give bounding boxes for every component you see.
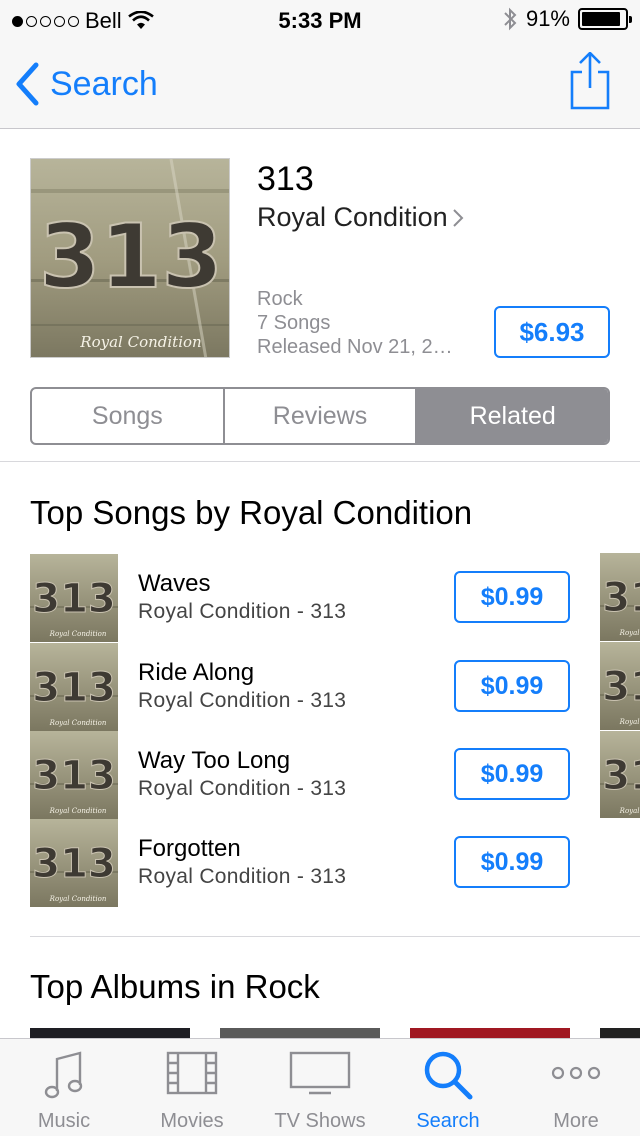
buy-song-button[interactable]: $0.99 — [454, 660, 570, 712]
battery-percent: 91% — [525, 6, 570, 31]
section-divider — [30, 936, 640, 937]
album-artwork-image: 313 Royal Condition — [31, 159, 229, 357]
song-row[interactable]: 313 Royal Condition Waves Royal Condition… — [30, 554, 610, 642]
music-note-icon — [44, 1051, 83, 1099]
battery-icon — [578, 8, 632, 30]
svg-text:313: 313 — [32, 753, 116, 799]
battery-level — [582, 12, 621, 26]
bluetooth-icon — [504, 7, 517, 31]
svg-text:313: 313 — [602, 664, 640, 710]
album-artwork-caption: Royal Condition — [79, 333, 201, 351]
segment-related[interactable]: Related — [417, 389, 608, 443]
album-artist-link[interactable]: Royal Condition — [257, 202, 464, 233]
song-artwork: 313 Royal Condition — [600, 731, 640, 818]
next-page-peek[interactable]: 313 Royal Condition 313 Royal Condition 31… — [600, 553, 640, 818]
back-button-label: Search — [50, 64, 158, 103]
song-artwork: 313 Royal Condition — [30, 643, 118, 731]
svg-text:Royal Condition: Royal Condition — [49, 895, 107, 903]
status-right-group: 91% — [502, 6, 632, 32]
song-row[interactable]: 313 Royal Condition Ride Along Royal Cond… — [30, 643, 610, 731]
tv-icon — [289, 1051, 351, 1095]
svg-text:Royal Condition: Royal Condition — [619, 807, 640, 815]
tab-label: Movies — [160, 1110, 224, 1132]
top-albums-title: Top Albums in Rock — [30, 968, 320, 1005]
buy-album-button[interactable]: $6.93 — [494, 306, 610, 358]
tab-label: Search — [416, 1110, 480, 1132]
album-song-count: 7 Songs — [257, 312, 331, 334]
header-divider — [0, 461, 640, 462]
buy-song-button[interactable]: $0.99 — [454, 571, 570, 623]
song-subtitle: Royal Condition - 313 — [138, 777, 347, 800]
svg-text:313: 313 — [32, 665, 116, 711]
song-name: Forgotten — [138, 835, 241, 862]
share-icon[interactable] — [568, 52, 612, 110]
back-button[interactable]: Search — [14, 62, 158, 106]
song-artwork: 313 Royal Condition — [30, 819, 118, 907]
segment-reviews[interactable]: Reviews — [225, 389, 418, 443]
song-subtitle: Royal Condition - 313 — [138, 865, 347, 888]
svg-text:313: 313 — [32, 576, 116, 622]
more-icon — [551, 1066, 601, 1080]
song-row[interactable]: 313 Royal Condition Way Too Long Royal Co… — [30, 731, 610, 819]
song-artwork: 313 Royal Condition — [30, 731, 118, 819]
tab-tv-shows[interactable]: TV Shows — [256, 1039, 384, 1136]
tab-bar: Music Movies TV Shows Search More — [0, 1038, 640, 1136]
song-artwork: 313 Royal Condition — [600, 553, 640, 641]
svg-text:Royal Condition: Royal Condition — [619, 718, 640, 726]
svg-text:313: 313 — [602, 575, 640, 621]
tab-more[interactable]: More — [512, 1039, 640, 1136]
buy-song-button[interactable]: $0.99 — [454, 836, 570, 888]
album-artwork[interactable]: 313 Royal Condition — [30, 158, 230, 358]
svg-text:Royal Condition: Royal Condition — [49, 630, 107, 638]
top-songs-title: Top Songs by Royal Condition — [30, 494, 473, 531]
song-name: Way Too Long — [138, 747, 291, 774]
album-artwork-number: 313 — [39, 205, 223, 308]
album-title: 313 — [257, 160, 314, 198]
song-subtitle: Royal Condition - 313 — [138, 600, 347, 623]
chevron-right-icon — [452, 208, 464, 227]
status-bar: Bell 5:33 PM 91% — [0, 0, 640, 40]
tab-movies[interactable]: Movies — [128, 1039, 256, 1136]
svg-text:Royal Condition: Royal Condition — [619, 629, 640, 637]
segment-songs[interactable]: Songs — [32, 389, 225, 443]
album-release-date: Released Nov 21, 2… — [257, 336, 453, 358]
navigation-bar: Search — [0, 40, 640, 129]
tab-search[interactable]: Search — [384, 1039, 512, 1136]
song-row[interactable]: 313 Royal Condition Forgotten Royal Condi… — [30, 819, 610, 907]
song-artwork: 313 Royal Condition — [600, 642, 640, 730]
search-icon — [424, 1051, 473, 1100]
tab-label: More — [553, 1110, 599, 1132]
svg-text:Royal Condition: Royal Condition — [49, 719, 107, 727]
tab-label: TV Shows — [274, 1110, 366, 1132]
segmented-control: Songs Reviews Related — [30, 387, 610, 445]
chevron-left-icon — [16, 62, 39, 106]
buy-song-button[interactable]: $0.99 — [454, 748, 570, 800]
svg-text:Royal Condition: Royal Condition — [49, 807, 107, 815]
album-artist-name: Royal Condition — [257, 202, 448, 232]
song-subtitle: Royal Condition - 313 — [138, 689, 347, 712]
film-icon — [166, 1051, 218, 1095]
song-name: Ride Along — [138, 659, 255, 686]
tab-label: Music — [37, 1110, 91, 1132]
song-name: Waves — [138, 570, 211, 597]
album-genre: Rock — [257, 288, 303, 310]
svg-text:313: 313 — [602, 753, 640, 799]
tab-music[interactable]: Music — [0, 1039, 128, 1136]
song-artwork: 313 Royal Condition — [30, 554, 118, 642]
svg-text:313: 313 — [32, 841, 116, 887]
